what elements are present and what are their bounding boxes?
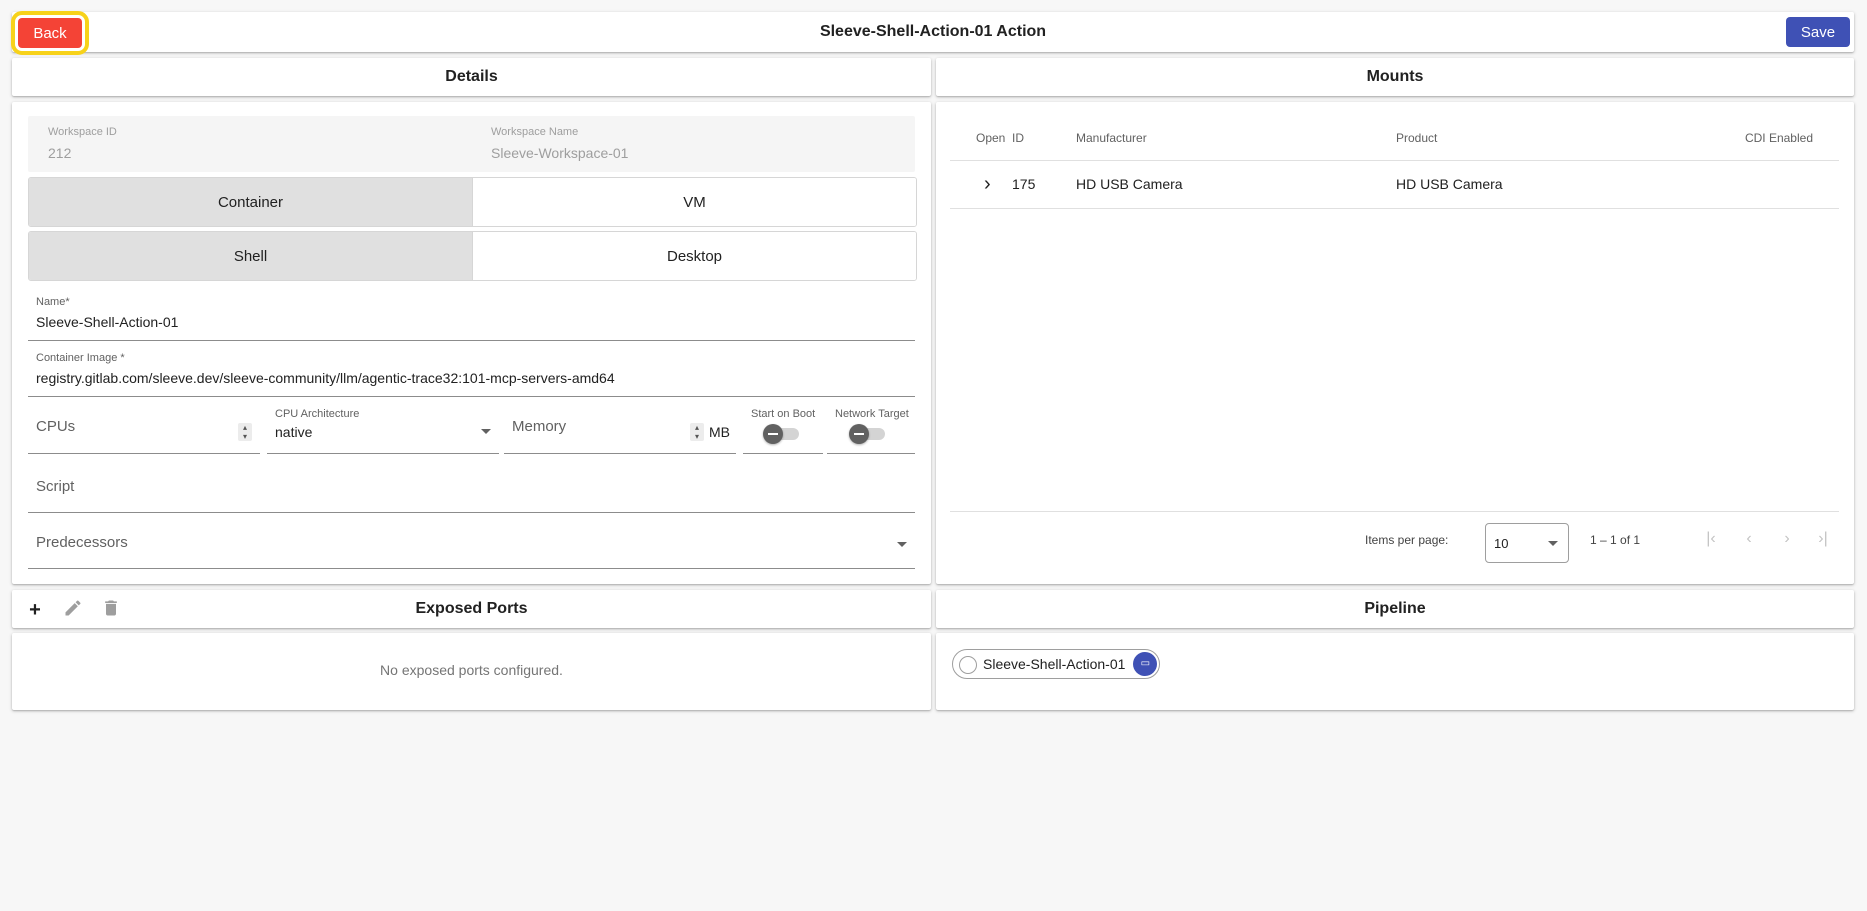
workspace-id-value: 212 xyxy=(48,145,72,161)
container-image-field[interactable]: Container Image * registry.gitlab.com/sl… xyxy=(28,346,915,397)
top-toolbar: Back Sleeve-Shell-Action-01 Action Save xyxy=(11,11,1854,55)
workspace-info: Workspace ID 212 Workspace Name Sleeve-W… xyxy=(28,116,915,172)
cell-manufacturer: HD USB Camera xyxy=(1076,160,1396,209)
paginator: Items per page: 10 1 – 1 of 1 |‹ ‹ › ›| xyxy=(950,511,1839,567)
cell-cdi-enabled xyxy=(1719,160,1839,209)
exposed-ports-panel: No exposed ports configured. xyxy=(12,633,931,710)
items-per-page-select[interactable]: 10 xyxy=(1485,523,1569,563)
workspace-id-label: Workspace ID xyxy=(48,126,117,138)
col-open: Open xyxy=(950,116,1012,161)
workspace-name-field: Workspace Name Sleeve-Workspace-01 xyxy=(491,126,628,161)
name-label: Name* xyxy=(36,296,70,308)
items-per-page-label: Items per page: xyxy=(1365,533,1449,547)
save-button[interactable]: Save xyxy=(1786,17,1850,47)
exposed-ports-header: + Exposed Ports xyxy=(12,590,931,628)
col-cdi-enabled: CDI Enabled xyxy=(1719,116,1839,161)
next-page-icon[interactable]: › xyxy=(1777,530,1797,550)
script-placeholder: Script xyxy=(36,478,75,495)
page-range: 1 – 1 of 1 xyxy=(1590,533,1641,547)
add-icon[interactable]: + xyxy=(24,599,46,621)
delete-icon[interactable] xyxy=(100,598,122,620)
details-header: Details xyxy=(12,58,931,96)
cpu-architecture-select[interactable]: CPU Architecture native xyxy=(267,402,499,454)
empty-ports-message: No exposed ports configured. xyxy=(380,662,563,678)
memory-field[interactable]: Memory ▴ ▾ MB xyxy=(504,402,736,454)
predecessors-placeholder: Predecessors xyxy=(36,534,128,551)
toggle-shell[interactable]: Shell xyxy=(29,232,472,280)
col-product: Product xyxy=(1396,116,1719,161)
pipeline-step-label: Sleeve-Shell-Action-01 xyxy=(983,656,1126,672)
toggle-vm[interactable]: VM xyxy=(472,178,916,226)
pipeline-step-chip[interactable]: Sleeve-Shell-Action-01 ▭ xyxy=(952,649,1161,679)
workspace-name-label: Workspace Name xyxy=(491,126,579,138)
exposed-ports-title: Exposed Ports xyxy=(415,600,528,617)
chevron-down-icon xyxy=(1548,541,1558,546)
script-field[interactable]: Script xyxy=(28,462,915,513)
network-target-field: Network Target xyxy=(827,402,915,454)
cpu-architecture-value: native xyxy=(275,424,313,440)
memory-stepper-icon[interactable]: ▴ ▾ xyxy=(690,423,704,441)
container-image-label: Container Image * xyxy=(36,352,125,364)
start-on-boot-field: Start on Boot xyxy=(743,402,823,454)
terminal-icon[interactable]: ▭ xyxy=(1133,652,1158,676)
minus-icon xyxy=(763,424,783,444)
network-target-label: Network Target xyxy=(835,408,909,420)
name-value: Sleeve-Shell-Action-01 xyxy=(36,314,179,330)
previous-page-icon[interactable]: ‹ xyxy=(1739,530,1759,550)
chevron-down-icon xyxy=(481,429,491,434)
table-row: › 175 HD USB Camera HD USB Camera xyxy=(950,160,1839,209)
expand-row-icon[interactable]: › xyxy=(950,160,1012,209)
cpus-stepper-icon[interactable]: ▴ ▾ xyxy=(238,423,252,441)
workspace-id-field: Workspace ID 212 xyxy=(48,126,117,161)
edit-icon[interactable] xyxy=(62,598,84,620)
cpu-architecture-label: CPU Architecture xyxy=(275,408,360,420)
toggle-desktop[interactable]: Desktop xyxy=(472,232,916,280)
minus-icon xyxy=(849,424,869,444)
first-page-icon[interactable]: |‹ xyxy=(1701,530,1721,550)
toggle-container[interactable]: Container xyxy=(29,178,472,226)
mode-toggle: Shell Desktop xyxy=(28,231,917,281)
mounts-panel: Open ID Manufacturer Product CDI Enabled… xyxy=(936,102,1854,584)
chevron-down-icon xyxy=(897,542,907,547)
table-header-row: Open ID Manufacturer Product CDI Enabled xyxy=(950,116,1839,161)
col-id: ID xyxy=(1012,116,1076,161)
items-per-page-value: 10 xyxy=(1494,536,1509,551)
memory-unit: MB xyxy=(709,424,730,440)
last-page-icon[interactable]: ›| xyxy=(1813,530,1833,550)
memory-placeholder: Memory xyxy=(512,418,567,435)
mounts-table: Open ID Manufacturer Product CDI Enabled… xyxy=(950,116,1839,209)
cell-id: 175 xyxy=(1012,160,1076,209)
pipeline-header: Pipeline xyxy=(936,590,1854,628)
network-target-switch[interactable] xyxy=(849,424,887,444)
start-on-boot-label: Start on Boot xyxy=(751,408,816,420)
mounts-header: Mounts xyxy=(936,58,1854,96)
start-on-boot-switch[interactable] xyxy=(763,424,801,444)
predecessors-select[interactable]: Predecessors xyxy=(28,518,915,569)
details-panel: Workspace ID 212 Workspace Name Sleeve-W… xyxy=(12,102,931,584)
container-image-value: registry.gitlab.com/sleeve.dev/sleeve-co… xyxy=(36,370,615,386)
cpus-field[interactable]: CPUs ▴ ▾ xyxy=(28,402,260,454)
pipeline-panel: Sleeve-Shell-Action-01 ▭ xyxy=(936,633,1854,710)
radio-circle-icon[interactable] xyxy=(959,656,977,674)
cpus-placeholder: CPUs xyxy=(36,418,76,435)
page-title: Sleeve-Shell-Action-01 Action xyxy=(819,23,1047,40)
runtime-toggle: Container VM xyxy=(28,177,917,227)
name-field[interactable]: Name* Sleeve-Shell-Action-01 xyxy=(28,290,915,341)
cell-product: HD USB Camera xyxy=(1396,160,1719,209)
workspace-name-value: Sleeve-Workspace-01 xyxy=(491,145,629,161)
col-manufacturer: Manufacturer xyxy=(1076,116,1396,161)
